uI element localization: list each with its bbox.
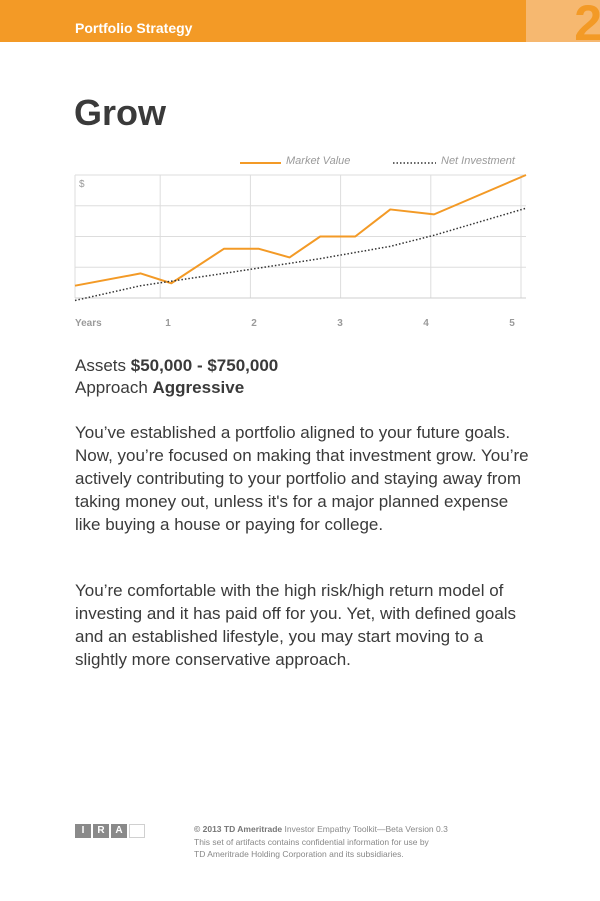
assets-value: $50,000 - $750,000 [130,356,279,375]
legend-label-net-investment: Net Investment [441,155,516,167]
x-tick-label: 1 [165,318,171,329]
footer-line-3: TD Ameritrade Holding Corporation and it… [194,849,404,859]
assets-label: Assets [75,356,127,375]
page-title: Grow [74,92,167,133]
description-paragraph-1: You’ve established a portfolio aligned t… [75,423,529,534]
page-number: 2 [574,0,600,42]
x-axis-label: Years [75,318,102,329]
y-axis-label: $ [79,179,85,190]
description-paragraph-2: You’re comfortable with the high risk/hi… [75,581,517,669]
logo-letter-i: I [75,824,91,838]
portfolio-growth-chart: $ Years 1 2 3 4 5 Market Value Net Investment [74,155,527,329]
ira-logo: I R A [75,824,145,838]
page-number-tab: 2 [526,0,600,42]
footer-line-1-text: Investor Empathy Toolkit—Beta Version 0.… [282,824,448,834]
approach-line: Approach Aggressive [75,377,278,399]
logo-empty-box [129,824,145,838]
footer-line-2: This set of artifacts contains confident… [194,836,429,847]
footer-line-1: © 2013 TD Ameritrade Investor Empathy To… [194,823,524,836]
profile-meta: Assets $50,000 - $750,000 Approach Aggre… [75,355,278,399]
x-tick-label: 5 [509,318,515,329]
assets-line: Assets $50,000 - $750,000 [75,355,278,377]
x-tick-label: 2 [251,318,257,329]
header-bar: Portfolio Strategy 2 [0,0,600,42]
x-tick-label: 3 [337,318,343,329]
legend-label-market-value: Market Value [286,155,350,167]
footer-notice: © 2013 TD Ameritrade Investor Empathy To… [194,823,524,861]
series-line-net-investment [74,207,527,302]
logo-letter-a: A [111,824,127,838]
approach-value: Aggressive [152,378,245,397]
series-line-market-value [74,174,527,287]
section-title: Portfolio Strategy [75,20,193,36]
footer-copyright: © 2013 TD Ameritrade [194,824,283,834]
approach-label: Approach [75,378,148,397]
x-tick-label: 4 [423,318,429,329]
logo-letter-r: R [93,824,109,838]
